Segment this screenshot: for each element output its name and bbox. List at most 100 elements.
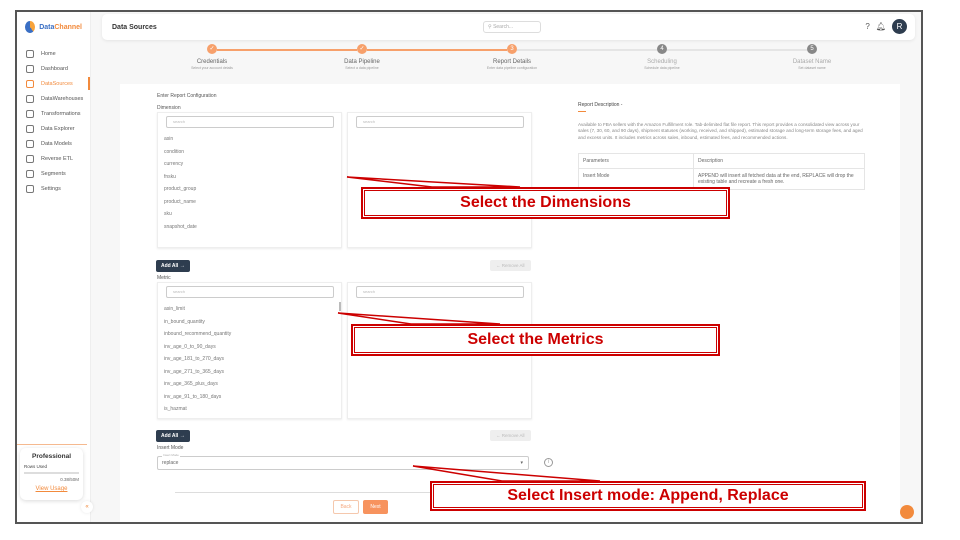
table-header-row: Parameters Description <box>578 153 865 169</box>
step-subtitle: Set dataset name <box>798 66 826 70</box>
usage-bar <box>24 472 79 474</box>
step-label: Dataset Name <box>792 59 832 65</box>
step-number: 4 <box>657 44 667 54</box>
datasources-icon <box>26 79 34 88</box>
list-item[interactable]: sku <box>164 211 172 217</box>
view-usage-link[interactable]: View Usage <box>24 486 79 492</box>
usage-value: 0.38/50M <box>60 477 79 482</box>
stepper: ✓ Credentials Select your account details ✓… <box>137 44 897 79</box>
plan-card: Professional Rows Used 0.38/50M View Usa… <box>20 448 83 500</box>
chat-icon[interactable] <box>900 505 914 519</box>
step-label: Report Details <box>492 59 531 65</box>
database-icon <box>26 94 34 103</box>
sidebar-item-segments[interactable]: Segments <box>17 166 90 181</box>
transform-icon <box>26 109 34 118</box>
list-item[interactable]: inv_age_271_to_365_days <box>164 369 224 375</box>
collapse-sidebar-icon[interactable]: « <box>81 501 93 513</box>
search-input[interactable]: ⚲ Search... <box>483 21 541 33</box>
step-subtitle: Schedule data pipeline <box>644 66 680 70</box>
sidebar: Data Channel Home Dashboard DataSources Data… <box>17 12 93 522</box>
list-item[interactable]: inv_age_181_to_270_days <box>164 356 224 362</box>
top-header: Data Sources ⚲ Search... ? 🔔︎ R <box>102 14 915 40</box>
list-item[interactable]: is_hazmat <box>164 406 187 412</box>
metric-search-input[interactable]: search <box>166 286 334 298</box>
sidebar-item-datasources[interactable]: DataSources <box>17 76 90 91</box>
step-label: Credentials <box>196 59 228 65</box>
logo-icon <box>25 21 36 33</box>
step-report-details: 3 Report Details Enter data pipeline confi… <box>437 44 587 70</box>
sidebar-item-data-models[interactable]: Data Models <box>17 136 90 151</box>
check-icon: ✓ <box>207 44 217 54</box>
list-item[interactable]: fnsku <box>164 174 176 180</box>
callout-metrics: Select the Metrics <box>351 324 720 356</box>
step-data-pipeline: ✓ Data Pipeline Select a data pipeline <box>287 44 437 70</box>
help-icon[interactable]: ? <box>865 22 869 31</box>
list-item[interactable]: inv_age_365_plus_days <box>164 381 218 387</box>
rows-used-label: Rows Used <box>24 464 48 469</box>
report-description-title: Report Description - <box>578 102 623 108</box>
step-subtitle: Select your account details <box>191 66 233 70</box>
add-all-dimensions-button[interactable]: Add All → <box>156 260 190 272</box>
metric-label: Metric <box>157 275 171 281</box>
list-item[interactable]: inv_age_91_to_180_days <box>164 394 221 400</box>
step-label: Data Pipeline <box>344 59 380 65</box>
list-item[interactable]: asin_limit <box>164 306 185 312</box>
dashboard-icon <box>26 64 34 73</box>
list-item[interactable]: asin <box>164 136 173 142</box>
list-item[interactable]: snapshot_date <box>164 224 197 230</box>
callout-dimensions: Select the Dimensions <box>361 187 730 219</box>
step-subtitle: Enter data pipeline configuration <box>486 66 538 70</box>
check-icon: ✓ <box>357 44 367 54</box>
explorer-icon <box>26 124 34 133</box>
step-label: Scheduling <box>647 59 677 65</box>
sidebar-item-dashboard[interactable]: Dashboard <box>17 61 90 76</box>
insert-mode-label: Insert Mode <box>157 445 184 451</box>
parameters-table: Parameters Description Insert Mode APPEND … <box>578 153 865 190</box>
avatar[interactable]: R <box>892 19 907 34</box>
dimension-search-input[interactable]: search <box>166 116 334 128</box>
list-item[interactable]: inbound_recommend_quantity <box>164 331 231 337</box>
add-all-metrics-button[interactable]: Add All → <box>156 430 190 442</box>
list-item[interactable]: currency <box>164 161 183 167</box>
sidebar-item-datawarehouses[interactable]: DataWarehouses <box>17 91 90 106</box>
gear-icon <box>26 184 34 193</box>
segments-icon <box>26 169 34 178</box>
sidebar-item-data-explorer[interactable]: Data Explorer <box>17 121 90 136</box>
sidebar-item-reverse-etl[interactable]: Reverse ETL <box>17 151 90 166</box>
bell-icon[interactable]: 🔔︎ <box>876 22 886 31</box>
home-icon <box>26 49 34 58</box>
next-button[interactable]: Next <box>363 500 388 514</box>
dimension-label: Dimension <box>157 105 181 111</box>
chevron-down-icon: ▾ <box>520 460 523 466</box>
plan-name: Professional <box>31 453 71 460</box>
list-item[interactable]: in_bound_quantity <box>164 319 205 325</box>
list-item[interactable]: product_group <box>164 186 196 192</box>
config-title: Enter Report Configuration <box>157 93 217 99</box>
page-title: Data Sources <box>112 23 157 31</box>
dimension-selected-list <box>347 112 532 248</box>
sidebar-item-settings[interactable]: Settings <box>17 181 90 196</box>
config-card: Enter Report Configuration Dimension sea… <box>120 84 900 522</box>
step-dataset-name: 5 Dataset Name Set dataset name <box>737 44 887 70</box>
step-scheduling: 4 Scheduling Schedule data pipeline <box>587 44 737 70</box>
remove-all-metrics-button[interactable]: ← Remove All <box>490 430 531 441</box>
info-icon[interactable]: i <box>544 458 553 467</box>
title-underline <box>578 111 586 112</box>
insert-mode-select[interactable]: Insert Mode replace ▾ <box>157 453 529 470</box>
logo[interactable]: Data Channel <box>17 12 90 42</box>
list-item[interactable]: inv_age_0_to_90_days <box>164 344 216 350</box>
reverse-etl-icon <box>26 154 34 163</box>
back-button[interactable]: Back <box>333 500 359 514</box>
metric-list-scrollbar[interactable] <box>339 302 341 311</box>
callout-insert-mode: Select Insert mode: Append, Replace <box>430 481 866 511</box>
metric-selected-search-input[interactable]: search <box>356 286 524 298</box>
step-credentials: ✓ Credentials Select your account details <box>137 44 287 70</box>
remove-all-dimensions-button[interactable]: ← Remove All <box>490 260 531 271</box>
list-item[interactable]: product_name <box>164 199 196 205</box>
step-number: 3 <box>507 44 517 54</box>
list-item[interactable]: condition <box>164 149 184 155</box>
step-number: 5 <box>807 44 817 54</box>
dimension-selected-search-input[interactable]: search <box>356 116 524 128</box>
sidebar-item-home[interactable]: Home <box>17 46 90 61</box>
sidebar-item-transformations[interactable]: Transformations <box>17 106 90 121</box>
